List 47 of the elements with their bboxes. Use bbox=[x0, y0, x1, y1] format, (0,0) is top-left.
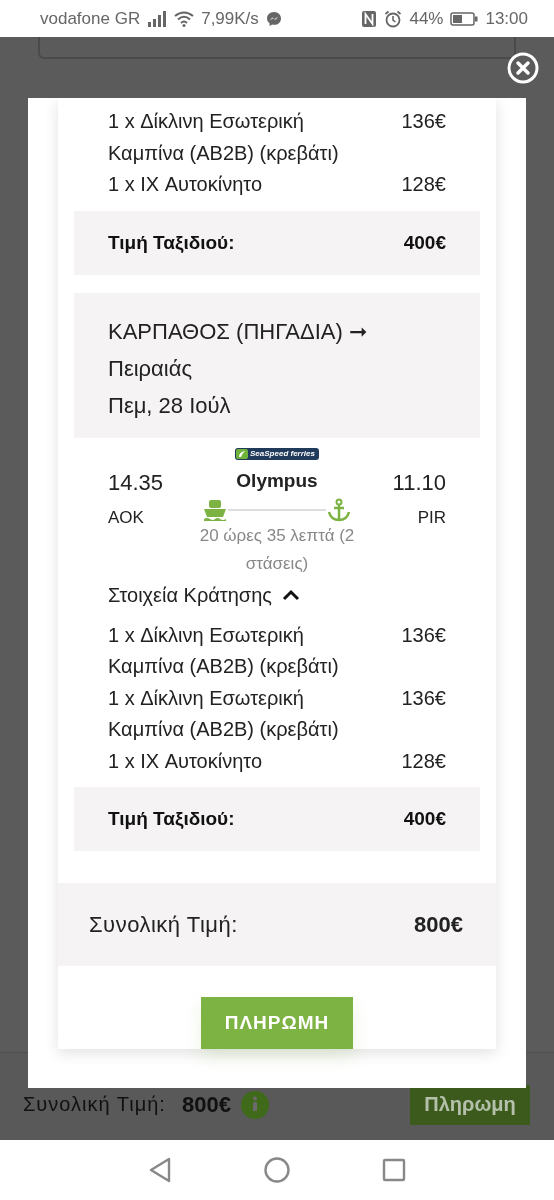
item-price: 128€ bbox=[401, 172, 446, 197]
item-description: 1 x IX Αυτοκίνητο bbox=[108, 748, 263, 774]
messenger-icon bbox=[265, 10, 282, 27]
arrival-port: PIR bbox=[417, 506, 446, 529]
route-title: ΚΑΡΠΑΘΟΣ (ΠΗΓΑΔΙΑ) ➞ Πειραιάς bbox=[108, 317, 368, 383]
battery-percent: 44% bbox=[409, 8, 444, 29]
trip-total-label: Τιμή Ταξιδιού: bbox=[108, 231, 235, 254]
item-description: 1 x IX Αυτοκίνητο bbox=[108, 172, 263, 197]
trip-total-amount: 400€ bbox=[403, 231, 446, 254]
back-icon[interactable] bbox=[147, 1156, 173, 1184]
departure-port: AOK bbox=[108, 506, 144, 529]
ferry-logo: SeaSpeed ferries bbox=[235, 447, 319, 460]
grand-total-label: Συνολική Τιμή: bbox=[89, 911, 238, 938]
departure-time: 14.35 bbox=[108, 468, 164, 497]
home-icon[interactable] bbox=[263, 1156, 291, 1184]
item-price: 136€ bbox=[401, 622, 446, 648]
item-price: 136€ bbox=[401, 109, 446, 134]
item-description: 1 x Δίκλινη Εσωτερική Καμπίνα (AB2B) (κρεβάτι) bbox=[108, 622, 340, 679]
carrier-name: vodafone GR bbox=[40, 8, 141, 29]
network-speed: 7,99K/s bbox=[201, 8, 259, 29]
vessel-name: Olympus bbox=[236, 468, 318, 493]
clock: 13:00 bbox=[485, 8, 528, 29]
item-description: 1 x Δίκλινη Εσωτερική Καμπίνα (AB2B) (κρεβάτι) bbox=[108, 109, 340, 166]
ship-icon bbox=[202, 497, 228, 522]
grand-total-amount: 800€ bbox=[414, 911, 463, 938]
wifi-icon bbox=[174, 10, 195, 27]
anchor-icon bbox=[326, 497, 352, 522]
item-price: 128€ bbox=[401, 748, 446, 774]
trip-duration: 20 ώρες 35 λεπτά (2 στάσεις) bbox=[198, 524, 356, 575]
booking-details-toggle[interactable]: Στοιχεία Κράτησης bbox=[108, 577, 446, 612]
payment-button[interactable]: Πληρωμη bbox=[410, 1084, 530, 1125]
battery-icon bbox=[450, 11, 479, 26]
trip-date: Πεμ, 28 Ιούλ bbox=[108, 391, 232, 420]
alarm-icon bbox=[384, 9, 403, 28]
total-amount: 800€ bbox=[181, 1091, 231, 1118]
trip-total-amount: 400€ bbox=[403, 808, 446, 830]
signal-icon bbox=[147, 10, 168, 27]
payment-button[interactable]: ΠΛΗΡΩΜΗ bbox=[201, 997, 353, 1049]
trip-total-label: Τιμή Ταξιδιού: bbox=[108, 808, 235, 830]
total-label: Συνολική Τιμή: bbox=[23, 1093, 166, 1116]
item-price: 136€ bbox=[401, 685, 446, 711]
chevron-icon bbox=[282, 588, 300, 601]
nfc-icon bbox=[361, 9, 378, 28]
arrival-time: 11.10 bbox=[392, 468, 446, 497]
recents-icon[interactable] bbox=[381, 1157, 407, 1183]
item-description: 1 x Δίκλινη Εσωτερική Καμπίνα (AB2B) (κρεβάτι) bbox=[108, 685, 340, 742]
close-icon[interactable] bbox=[507, 52, 539, 84]
